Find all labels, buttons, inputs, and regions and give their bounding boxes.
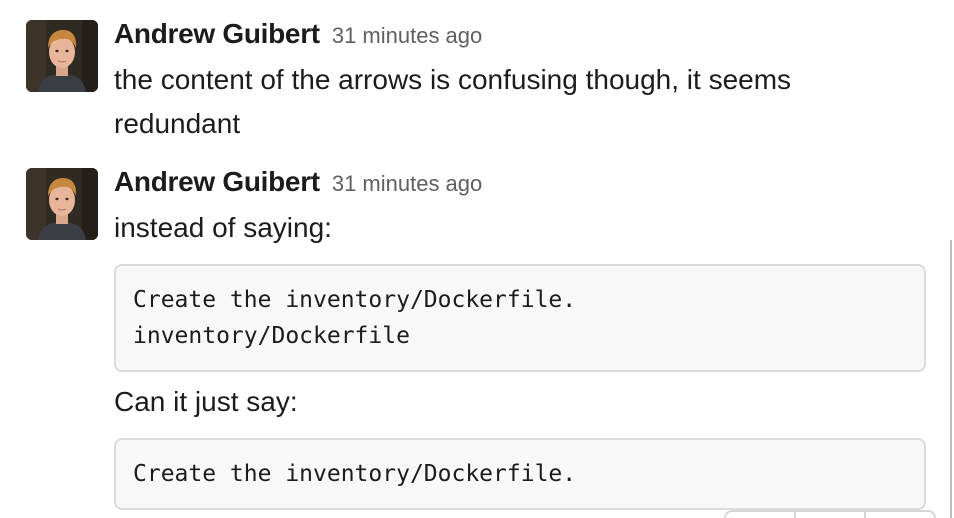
- message-header: Andrew Guibert 31 minutes ago: [114, 166, 482, 198]
- scrollbar[interactable]: [950, 240, 952, 518]
- reply-thread-icon[interactable]: [796, 512, 866, 518]
- message-2: Andrew Guibert 31 minutes ago instead of …: [0, 150, 954, 518]
- message-text: the content of the arrows is confusing t…: [114, 58, 914, 146]
- message-text-line: the content of the arrows is confusing t…: [114, 64, 792, 95]
- avatar[interactable]: [26, 20, 98, 92]
- message-pane: Andrew Guibert 31 minutes ago the content…: [0, 0, 954, 518]
- code-block: Create the inventory/Dockerfile.: [114, 438, 926, 510]
- more-actions-icon[interactable]: [866, 512, 934, 518]
- message-1: Andrew Guibert 31 minutes ago the content…: [0, 0, 954, 150]
- emoji-reaction-icon[interactable]: [726, 512, 796, 518]
- author-name[interactable]: Andrew Guibert: [114, 18, 320, 49]
- author-name[interactable]: Andrew Guibert: [114, 166, 320, 197]
- timestamp[interactable]: 31 minutes ago: [332, 171, 482, 196]
- message-actions-toolbar: [724, 510, 936, 518]
- code-line: Create the inventory/Dockerfile.: [133, 461, 577, 487]
- user-photo-avatar-icon: [26, 20, 98, 92]
- code-line: Create the inventory/Dockerfile.: [133, 287, 577, 313]
- message-text: instead of saying:: [114, 212, 332, 243]
- message-text: Can it just say:: [114, 386, 298, 417]
- code-block: Create the inventory/Dockerfile. inventor…: [114, 264, 926, 372]
- message-header: Andrew Guibert 31 minutes ago: [114, 18, 482, 50]
- message-text-line: redundant: [114, 108, 241, 139]
- timestamp[interactable]: 31 minutes ago: [332, 23, 482, 48]
- code-line: inventory/Dockerfile: [133, 323, 410, 349]
- avatar[interactable]: [26, 168, 98, 240]
- user-photo-avatar-icon: [26, 168, 98, 240]
